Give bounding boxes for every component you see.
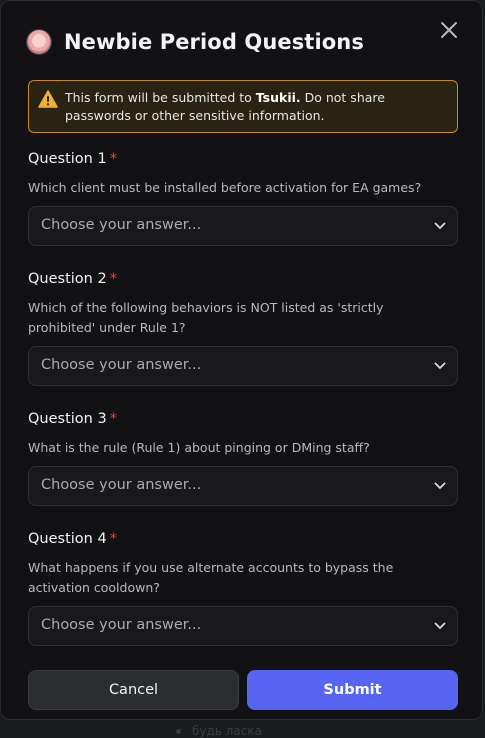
submit-button[interactable]: Submit [247, 670, 458, 710]
question-2-label: Question 2 * [28, 271, 117, 287]
select-placeholder: Choose your answer... [41, 357, 202, 373]
question-4-title: Question 4 [28, 531, 107, 547]
cancel-button[interactable]: Cancel [28, 670, 239, 710]
select-placeholder: Choose your answer... [41, 477, 202, 493]
question-2-text: Which of the following behaviors is NOT … [28, 300, 384, 335]
question-2-title: Question 2 [28, 271, 107, 287]
question-1-title: Question 1 [28, 151, 107, 167]
submission-notice: This form will be submitted to Tsukii. D… [28, 80, 458, 133]
chevron-down-icon [434, 482, 446, 489]
questions-modal: Newbie Period Questions This form will b… [0, 0, 483, 720]
required-mark: * [109, 411, 117, 427]
question-1-text: Which client must be installed before ac… [28, 180, 422, 195]
required-mark: * [109, 531, 117, 547]
question-2-select[interactable]: Choose your answer... [28, 346, 458, 386]
question-4-select[interactable]: Choose your answer... [28, 606, 458, 646]
background-text: будь ласка [192, 724, 262, 738]
server-avatar [27, 30, 51, 54]
notice-text: This form will be submitted to Tsukii. D… [65, 89, 449, 125]
modal-header: Newbie Period Questions [27, 27, 364, 57]
chevron-down-icon [434, 222, 446, 229]
notice-prefix: This form will be submitted to [65, 90, 256, 105]
question-1-label: Question 1 * [28, 151, 117, 167]
modal-title: Newbie Period Questions [64, 30, 364, 54]
required-mark: * [109, 271, 117, 287]
question-3-label: Question 3 * [28, 411, 117, 427]
question-1-select[interactable]: Choose your answer... [28, 206, 458, 246]
close-icon[interactable] [438, 19, 460, 41]
question-3-title: Question 3 [28, 411, 107, 427]
warning-icon [38, 90, 58, 108]
question-3-text: What is the rule (Rule 1) about pinging … [28, 440, 370, 455]
question-3-select[interactable]: Choose your answer... [28, 466, 458, 506]
select-placeholder: Choose your answer... [41, 217, 202, 233]
select-placeholder: Choose your answer... [41, 617, 202, 633]
notice-recipient: Tsukii. [255, 90, 301, 105]
chevron-down-icon [434, 362, 446, 369]
chevron-down-icon [434, 622, 446, 629]
required-mark: * [109, 151, 117, 167]
background-bullet [176, 729, 181, 734]
question-4-text: What happens if you use alternate accoun… [28, 560, 394, 595]
question-4-label: Question 4 * [28, 531, 117, 547]
